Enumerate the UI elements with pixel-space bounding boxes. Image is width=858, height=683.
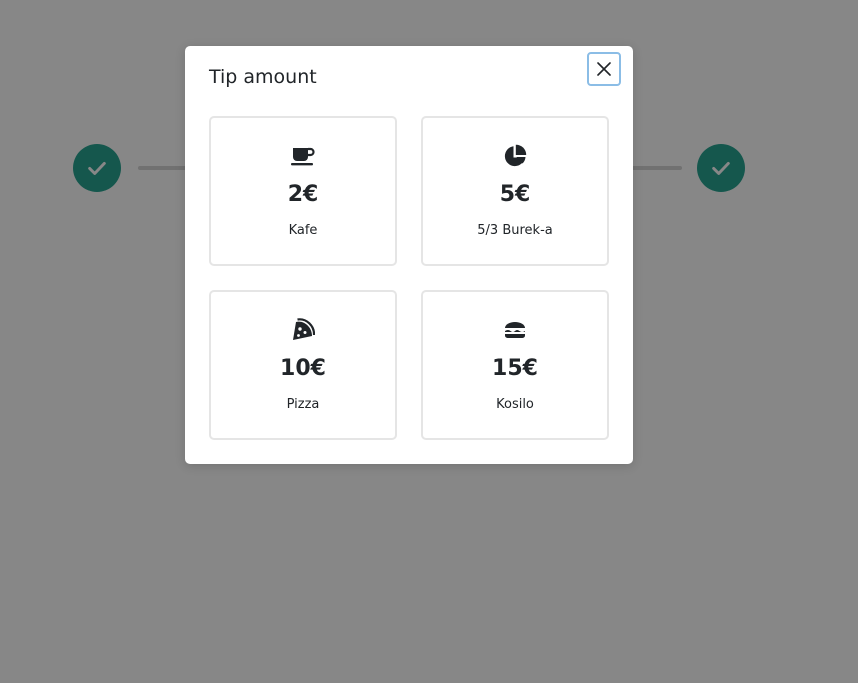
tip-amount: 2€ xyxy=(287,182,319,207)
tip-option-card[interactable]: 5€ 5/3 Burek-a xyxy=(421,116,609,266)
tip-option-card[interactable]: 2€ Kafe xyxy=(209,116,397,266)
tip-option-card[interactable]: 10€ Pizza xyxy=(209,290,397,440)
tip-amount-modal: Tip amount 2€ Kafe 5€ 5/3 Burek-a 10€ Pi… xyxy=(185,46,633,464)
tip-amount: 15€ xyxy=(492,356,538,381)
close-icon xyxy=(597,62,611,76)
tip-amount: 5€ xyxy=(499,182,531,207)
tip-amount: 10€ xyxy=(280,356,326,381)
modal-title: Tip amount xyxy=(209,66,317,88)
close-button[interactable] xyxy=(587,52,621,86)
tip-option-card[interactable]: 15€ Kosilo xyxy=(421,290,609,440)
coffee-icon xyxy=(291,147,315,166)
pizza-icon xyxy=(293,318,315,340)
tip-label: 5/3 Burek-a xyxy=(477,223,553,238)
tip-label: Kosilo xyxy=(496,397,534,412)
tip-label: Pizza xyxy=(286,397,320,412)
tip-label: Kafe xyxy=(288,223,318,238)
tip-options-grid: 2€ Kafe 5€ 5/3 Burek-a 10€ Pizza 15€ Kos… xyxy=(209,116,609,440)
pie-chart-icon xyxy=(504,144,527,167)
hamburger-icon xyxy=(505,322,525,338)
